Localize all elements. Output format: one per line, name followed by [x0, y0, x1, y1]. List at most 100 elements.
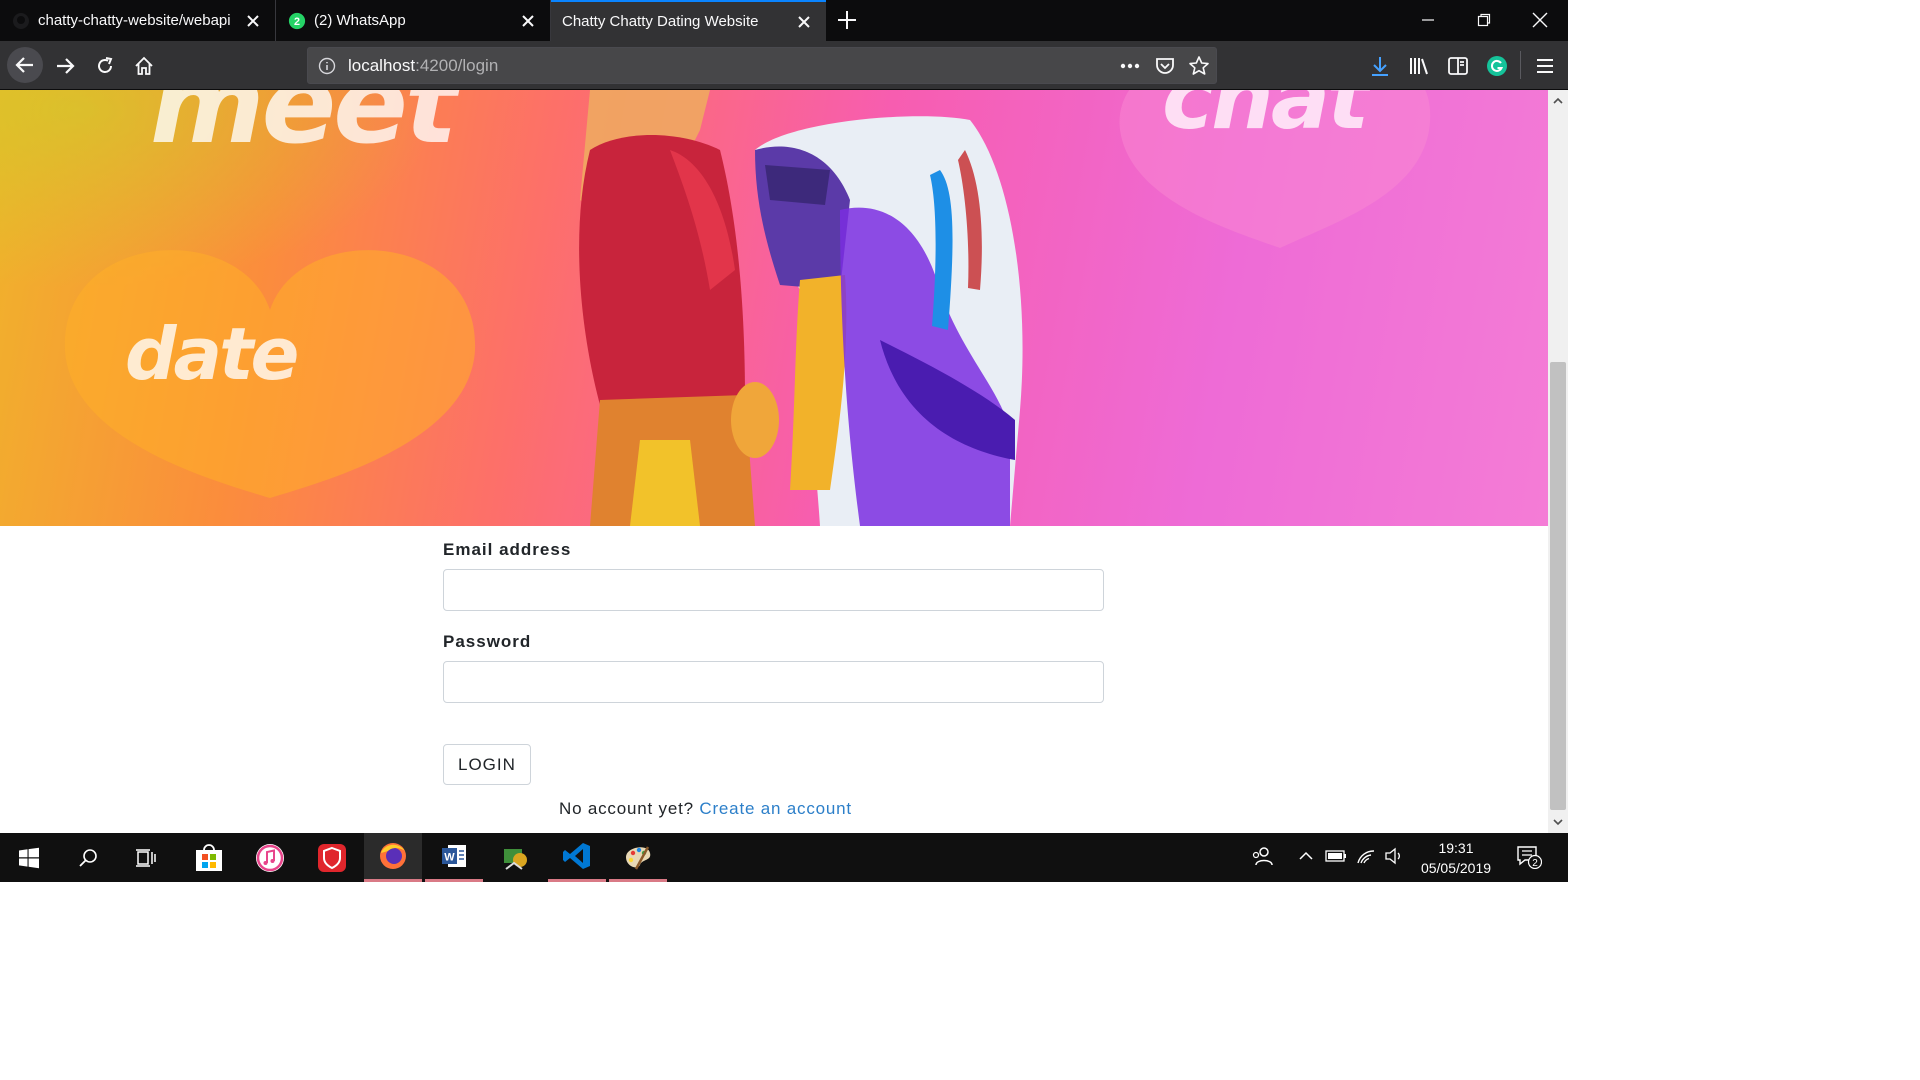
- back-button[interactable]: [7, 47, 43, 83]
- hero-banner: meet chat date: [0, 90, 1548, 526]
- word-icon: W: [442, 845, 466, 867]
- download-icon: [1372, 57, 1388, 76]
- close-icon[interactable]: [518, 11, 538, 31]
- notification-icon: 2: [1517, 846, 1542, 869]
- scroll-down-icon[interactable]: [1552, 816, 1564, 828]
- chevron-up-icon: [1299, 851, 1313, 860]
- taskbar-itunes[interactable]: [241, 833, 299, 882]
- taskbar-search-button[interactable]: [59, 833, 117, 882]
- no-account-text: No account yet?: [559, 799, 694, 818]
- taskbar-vscode[interactable]: [548, 833, 606, 882]
- create-account-link[interactable]: Create an account: [699, 799, 852, 818]
- sidebar-button[interactable]: [1441, 49, 1475, 83]
- arrow-left-icon: [15, 57, 33, 73]
- restore-icon: [1477, 13, 1491, 27]
- restore-button[interactable]: [1472, 8, 1496, 32]
- windows-taskbar: W 19:31 05/05/2019 2: [0, 833, 1568, 882]
- page-scrollbar[interactable]: [1548, 90, 1568, 833]
- taskbar-security-app[interactable]: [303, 833, 361, 882]
- email-field[interactable]: [443, 569, 1104, 611]
- url-text[interactable]: localhost:4200/login: [348, 56, 498, 76]
- svg-text:2: 2: [294, 16, 300, 28]
- wifi-button[interactable]: [1355, 845, 1377, 867]
- arrow-right-icon: [57, 58, 75, 74]
- vscode-icon: [563, 843, 590, 869]
- people-button[interactable]: [1251, 845, 1273, 867]
- taskbar-firefox[interactable]: [364, 833, 422, 882]
- svg-text:W: W: [444, 852, 455, 864]
- library-icon: [1410, 58, 1428, 75]
- browser-tab-bar: chatty-chatty-website/webapi 2 (2) Whats…: [0, 0, 1568, 41]
- more-dots-icon: [1120, 63, 1140, 69]
- hero-word-date: date: [125, 312, 299, 396]
- tab-whatsapp[interactable]: 2 (2) WhatsApp: [276, 0, 551, 41]
- network-app-icon: [504, 848, 527, 870]
- forward-button[interactable]: [48, 49, 82, 83]
- hamburger-icon: [1537, 59, 1553, 73]
- task-view-button[interactable]: [117, 833, 175, 882]
- password-field[interactable]: [443, 661, 1104, 703]
- scroll-up-icon[interactable]: [1552, 95, 1564, 107]
- sidebar-icon: [1448, 57, 1468, 75]
- signup-prompt: No account yet? Create an account: [559, 799, 852, 819]
- whatsapp-icon: 2: [288, 12, 306, 30]
- toolbar-divider: [1520, 51, 1521, 79]
- library-button[interactable]: [1402, 49, 1436, 83]
- url-path: :4200/login: [415, 56, 499, 75]
- grammarly-button[interactable]: [1480, 49, 1514, 83]
- url-host: localhost: [348, 56, 416, 75]
- taskbar-clock[interactable]: 19:31 05/05/2019: [1410, 838, 1502, 878]
- pocket-icon: [1156, 58, 1174, 74]
- plus-icon: [838, 11, 856, 29]
- menu-button[interactable]: [1528, 49, 1562, 83]
- taskbar-paint[interactable]: [609, 833, 667, 882]
- paint-icon: [626, 846, 651, 870]
- tab-label: chatty-chatty-website/webapi: [38, 12, 231, 29]
- security-icon: [318, 843, 346, 872]
- hero-word-meet: meet: [150, 90, 457, 168]
- star-icon: [1189, 56, 1209, 75]
- reload-icon: [98, 57, 113, 73]
- scrollbar-thumb[interactable]: [1550, 362, 1566, 810]
- close-icon[interactable]: [794, 12, 814, 32]
- tab-github[interactable]: chatty-chatty-website/webapi: [0, 0, 276, 41]
- password-label: Password: [443, 632, 532, 651]
- pocket-button[interactable]: [1154, 55, 1176, 77]
- taskbar-store[interactable]: [180, 833, 238, 882]
- battery-button[interactable]: [1325, 845, 1347, 867]
- volume-button[interactable]: [1383, 845, 1405, 867]
- action-center-button[interactable]: 2: [1516, 846, 1542, 869]
- home-button[interactable]: [127, 49, 161, 83]
- clock-date: 05/05/2019: [1420, 860, 1492, 876]
- hero-word-chat: chat: [1162, 90, 1369, 149]
- bookmark-star-button[interactable]: [1188, 55, 1210, 77]
- reload-button[interactable]: [88, 49, 122, 83]
- tab-label: Chatty Chatty Dating Website: [562, 13, 759, 30]
- github-icon: [12, 12, 30, 30]
- people-icon: [1252, 847, 1273, 866]
- tab-chatty[interactable]: Chatty Chatty Dating Website: [551, 0, 826, 41]
- itunes-icon: [256, 843, 284, 872]
- task-view-icon: [136, 848, 156, 867]
- show-hidden-icons-button[interactable]: [1295, 845, 1317, 867]
- start-button[interactable]: [0, 833, 58, 882]
- wifi-icon: [1357, 850, 1375, 864]
- windows-start-icon: [19, 847, 39, 868]
- close-window-button[interactable]: [1528, 8, 1552, 32]
- address-bar[interactable]: localhost:4200/login: [307, 47, 1217, 84]
- minimize-button[interactable]: [1416, 8, 1440, 32]
- page-actions-button[interactable]: [1119, 55, 1141, 77]
- close-icon[interactable]: [243, 11, 263, 31]
- home-icon: [135, 56, 153, 75]
- grammarly-icon: [1487, 56, 1507, 76]
- login-button[interactable]: LOGIN: [443, 744, 531, 785]
- clock-time: 19:31: [1438, 840, 1474, 856]
- new-tab-button[interactable]: [835, 8, 859, 32]
- couple-illustration: [579, 90, 1023, 526]
- close-icon: [1532, 12, 1548, 28]
- taskbar-network-app[interactable]: [486, 833, 544, 882]
- info-icon[interactable]: [318, 57, 336, 75]
- email-label: Email address: [443, 540, 572, 559]
- taskbar-word[interactable]: W: [425, 833, 483, 882]
- downloads-button[interactable]: [1363, 49, 1397, 83]
